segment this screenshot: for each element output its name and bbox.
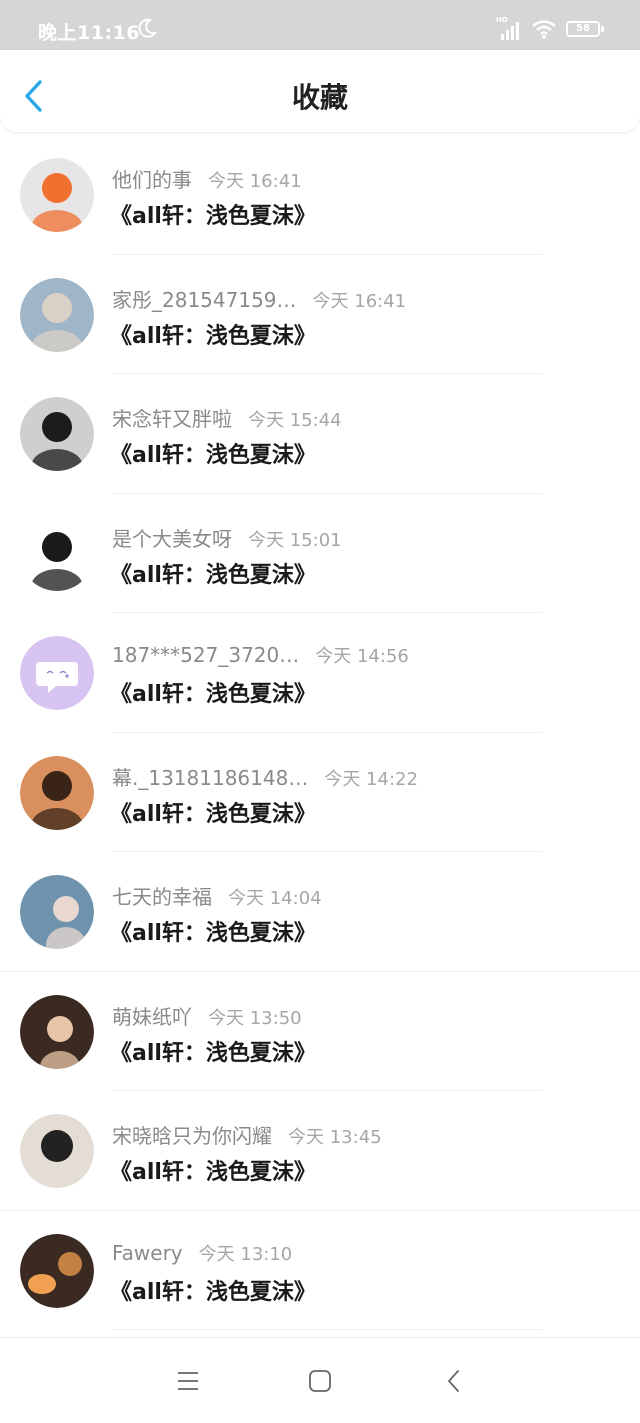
- avatar[interactable]: [20, 994, 94, 1069]
- list-item[interactable]: Fawery 今天 13:10 《all轩：浅色夏沫》: [0, 1211, 640, 1330]
- page-title: 收藏: [291, 81, 348, 114]
- user-name: 他们的事: [112, 168, 192, 192]
- book-title[interactable]: 《all轩：浅色夏沫》: [110, 796, 316, 828]
- user-name: 七天的幸福: [112, 885, 212, 909]
- favorite-time: 今天 16:41: [312, 290, 407, 312]
- list-item[interactable]: 187***527_3720… 今天 14:56 《all轩：浅色夏沫》: [0, 613, 640, 733]
- list-item[interactable]: 幕._13181186148… 今天 14:22 《all轩：浅色夏沫》: [0, 733, 640, 852]
- list-item[interactable]: 萌妹纸吖 今天 13:50 《all轩：浅色夏沫》: [0, 972, 640, 1091]
- book-title[interactable]: 《all轩：浅色夏沫》: [110, 915, 316, 947]
- avatar[interactable]: [20, 755, 94, 830]
- favorite-time: 今天 14:56: [315, 646, 409, 667]
- favorite-time: 今天 14:22: [324, 768, 418, 790]
- avatar[interactable]: [20, 277, 94, 352]
- user-name: 幕._13181186148…: [112, 765, 309, 790]
- avatar[interactable]: [20, 1114, 94, 1188]
- user-name: 187***527_3720…: [112, 643, 300, 667]
- avatar[interactable]: [20, 516, 94, 591]
- avatar[interactable]: [20, 875, 94, 949]
- list-item[interactable]: 他们的事 今天 16:41 《all轩：浅色夏沫》: [0, 135, 640, 255]
- avatar[interactable]: [20, 397, 94, 471]
- menu-icon[interactable]: [175, 1368, 201, 1394]
- moon-icon: [138, 18, 158, 38]
- list-item[interactable]: 是个大美女呀 今天 15:01 《all轩：浅色夏沫》: [0, 494, 640, 613]
- chat-bubble-avatar-icon: [20, 636, 94, 710]
- favorite-time: 今天 15:01: [248, 529, 342, 551]
- list-item[interactable]: 宋晓晗只为你闪耀 今天 13:45 《all轩：浅色夏沫》: [0, 1091, 640, 1211]
- book-title[interactable]: 《all轩：浅色夏沫》: [110, 437, 316, 469]
- user-name: 家彤_281547159…: [112, 287, 297, 312]
- signal-icon: [501, 22, 519, 40]
- battery-tip: [601, 26, 604, 32]
- avatar[interactable]: [20, 1233, 94, 1308]
- list-item[interactable]: 家彤_281547159… 今天 16:41 《all轩：浅色夏沫》: [0, 255, 640, 374]
- avatar[interactable]: [20, 636, 94, 710]
- wifi-icon: [532, 20, 556, 39]
- book-title[interactable]: 《all轩：浅色夏沫》: [110, 676, 316, 708]
- divider: [112, 1329, 542, 1330]
- battery-icon: 58: [566, 21, 600, 37]
- status-time: 晚上11:16: [38, 22, 140, 44]
- favorite-time: 今天 13:50: [208, 1007, 302, 1029]
- avatar[interactable]: [20, 158, 94, 232]
- status-bar: 晚上11:16 HD 58: [0, 0, 640, 50]
- user-name: Fawery: [112, 1240, 183, 1265]
- user-name: 宋晓晗只为你闪耀: [112, 1124, 272, 1148]
- book-title[interactable]: 《all轩：浅色夏沫》: [110, 1154, 316, 1186]
- user-name: 萌妹纸吖: [112, 1004, 192, 1029]
- favorite-time: 今天 13:45: [288, 1127, 382, 1148]
- header: 收藏: [0, 50, 640, 132]
- user-name: 宋念轩又胖啦: [112, 407, 232, 431]
- book-title[interactable]: 《all轩：浅色夏沫》: [110, 198, 316, 230]
- favorite-time: 今天 15:44: [248, 410, 342, 431]
- book-title[interactable]: 《all轩：浅色夏沫》: [110, 1035, 316, 1067]
- user-name: 是个大美女呀: [112, 526, 232, 551]
- book-title[interactable]: 《all轩：浅色夏沫》: [110, 318, 316, 350]
- system-nav-bar: [0, 1337, 640, 1423]
- list-item[interactable]: 宋念轩又胖啦 今天 15:44 《all轩：浅色夏沫》: [0, 374, 640, 494]
- favorites-list: 他们的事 今天 16:41 《all轩：浅色夏沫》 家彤_281547159… 今天…: [0, 135, 640, 1330]
- book-title[interactable]: 《all轩：浅色夏沫》: [110, 1274, 316, 1306]
- favorite-time: 今天 13:10: [198, 1243, 293, 1265]
- back-icon[interactable]: [441, 1368, 467, 1394]
- book-title[interactable]: 《all轩：浅色夏沫》: [110, 557, 316, 589]
- favorite-time: 今天 16:41: [208, 171, 302, 192]
- home-icon[interactable]: [307, 1368, 333, 1394]
- favorite-time: 今天 14:04: [228, 888, 322, 909]
- list-item[interactable]: 七天的幸福 今天 14:04 《all轩：浅色夏沫》: [0, 852, 640, 972]
